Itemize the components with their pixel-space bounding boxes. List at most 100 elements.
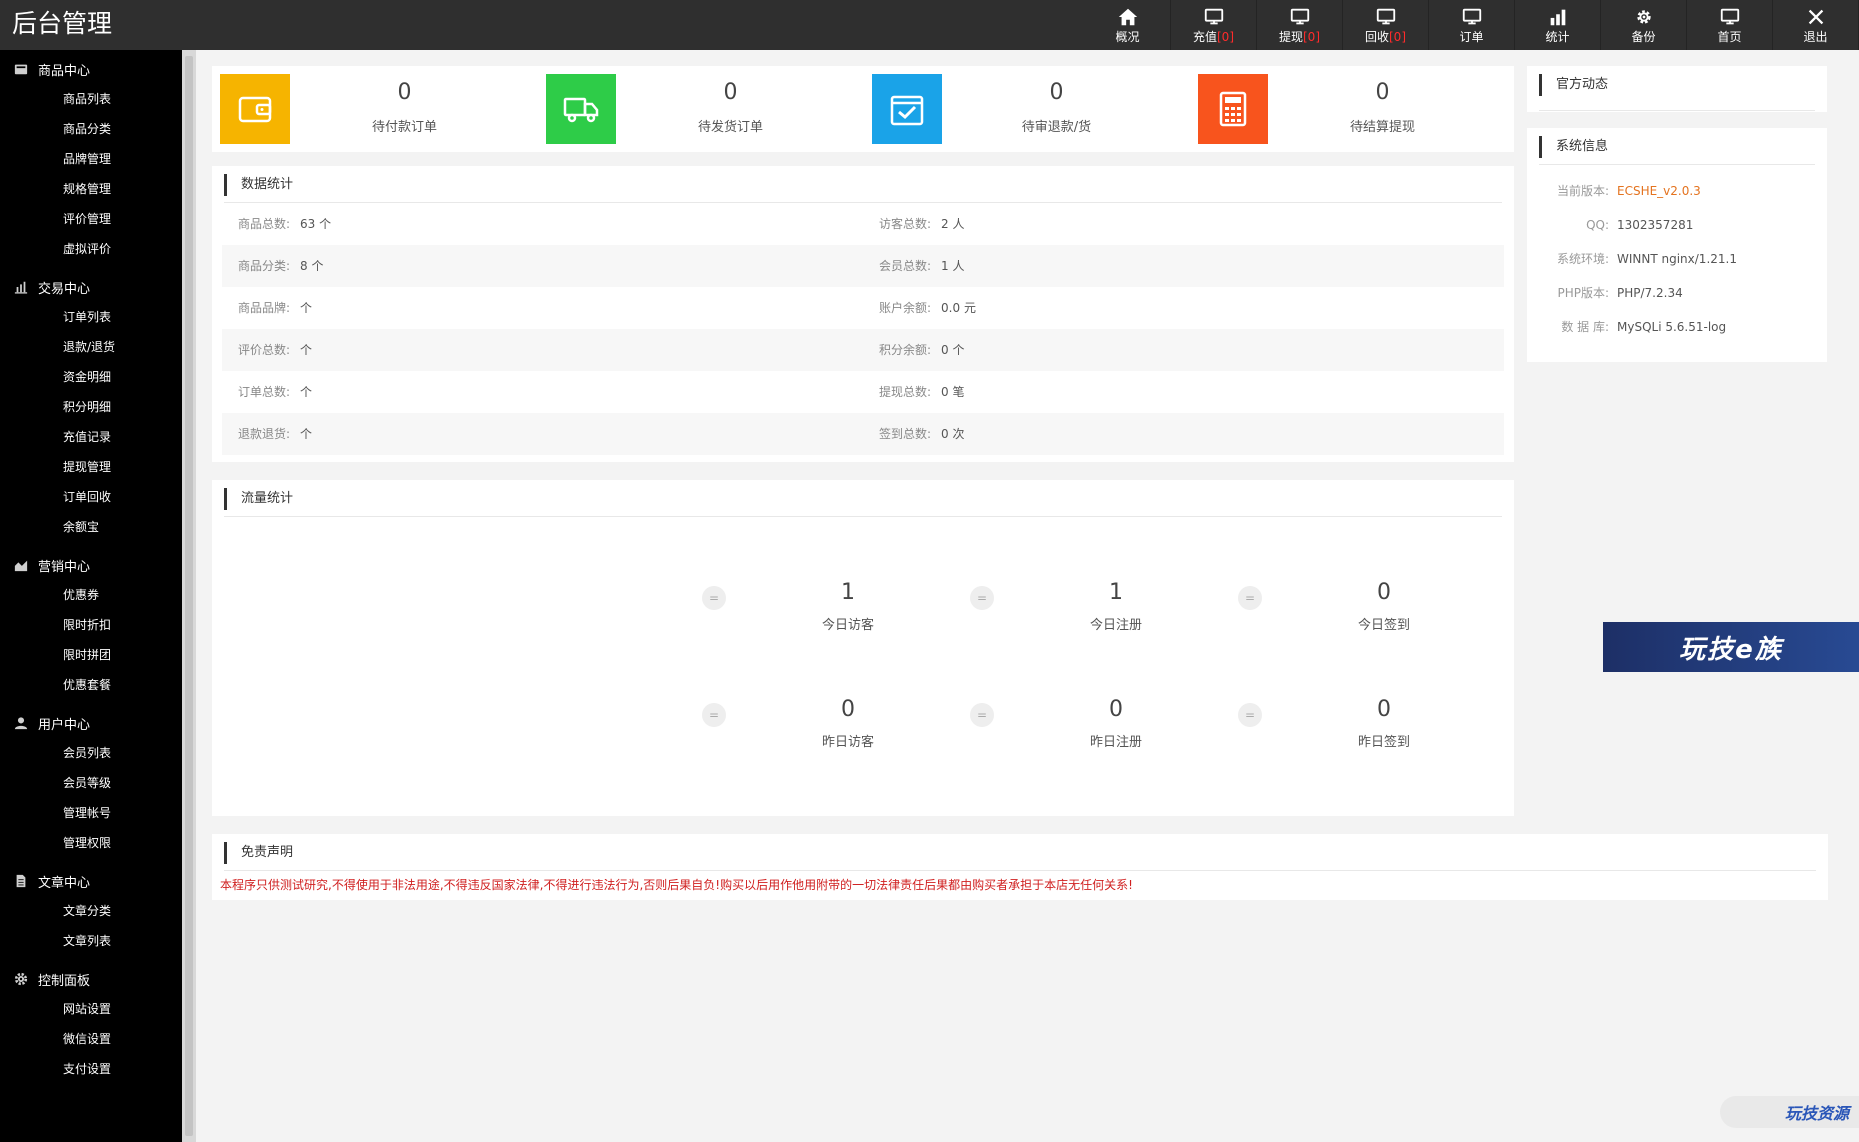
stat-pending-refund[interactable]: 0 待审退款/货 [864, 66, 1190, 152]
official-news-panel: 官方动态 [1527, 66, 1827, 112]
sidebar-item[interactable]: 会员等级 [0, 768, 182, 798]
sidebar-section-trade[interactable]: 交易中心 [0, 272, 182, 302]
stat-icon-box [220, 74, 290, 144]
area-chart-icon [14, 560, 28, 572]
sidebar-item[interactable]: 提现管理 [0, 452, 182, 482]
promo-banner[interactable]: 玩技e族 [1603, 622, 1859, 672]
topnav-statistics[interactable]: 统计 [1515, 0, 1601, 50]
sidebar-section-users[interactable]: 用户中心 [0, 708, 182, 738]
sidebar-item[interactable]: 商品列表 [0, 84, 182, 114]
sidebar-item[interactable]: 优惠套餐 [0, 670, 182, 700]
topnav-orders[interactable]: 订单 [1429, 0, 1515, 50]
traffic-value: 1 [1109, 580, 1123, 605]
sidebar-item[interactable]: 限时拼团 [0, 640, 182, 670]
data-row: 商品总数: 63 个 访客总数: 2 人 [222, 203, 1504, 245]
data-key: 访客总数: [879, 217, 932, 231]
sys-info-row: 系统环境: WINNT nginx/1.21.1 [1527, 242, 1827, 276]
sidebar-item[interactable]: 支付设置 [0, 1054, 182, 1084]
traffic-value: 0 [1109, 697, 1123, 722]
traffic-label: 今日访客 [821, 618, 874, 633]
sidebar-section-control[interactable]: 控制面板 [0, 964, 182, 994]
sys-info-row: 当前版本: ECSHE_v2.0.3 [1527, 174, 1827, 208]
sidebar-item[interactable]: 品牌管理 [0, 144, 182, 174]
stat-label: 待审退款/货 [1021, 120, 1092, 135]
topnav-badge: [0] [1217, 30, 1234, 44]
traffic-label: 今日签到 [1357, 618, 1410, 633]
sidebar-item[interactable]: 规格管理 [0, 174, 182, 204]
sys-info-key: 数 据 库: [1561, 320, 1609, 334]
sidebar-section-label: 交易中心 [38, 281, 91, 297]
topnav-overview[interactable]: 概况 [1085, 0, 1171, 50]
stat-value: 0 [1049, 80, 1064, 105]
sidebar-section-goods[interactable]: 商品中心 [0, 54, 182, 84]
sidebar-item[interactable]: 商品分类 [0, 114, 182, 144]
data-value: 2 人 [941, 217, 965, 231]
sidebar-item[interactable]: 管理帐号 [0, 798, 182, 828]
sidebar-item[interactable]: 会员列表 [0, 738, 182, 768]
sidebar-section-articles[interactable]: 文章中心 [0, 866, 182, 896]
topnav-logout[interactable]: 退出 [1773, 0, 1859, 50]
sys-info-value: MySQLi 5.6.51-log [1617, 320, 1727, 334]
sidebar-item[interactable]: 余额宝 [0, 512, 182, 542]
data-key: 退款退货: [238, 427, 291, 441]
topnav-recycle[interactable]: 回收 [0] [1343, 0, 1429, 50]
sys-info-value: WINNT nginx/1.21.1 [1617, 252, 1737, 266]
system-info-panel: 系统信息 当前版本: ECSHE_v2.0.3 QQ: 1302357281 系… [1527, 128, 1827, 362]
sidebar-section-marketing[interactable]: 营销中心 [0, 550, 182, 580]
sidebar-item[interactable]: 资金明细 [0, 362, 182, 392]
monitor-icon [1462, 8, 1481, 25]
sidebar-item[interactable]: 管理权限 [0, 828, 182, 858]
topnav-label: 备份 [1631, 30, 1656, 44]
sidebar-item[interactable]: 微信设置 [0, 1024, 182, 1054]
sidebar-item[interactable]: 虚拟评价 [0, 234, 182, 264]
traffic-dot: = [1238, 703, 1262, 727]
topnav-recharge[interactable]: 充值 [0] [1171, 0, 1257, 50]
sidebar-item[interactable]: 优惠券 [0, 580, 182, 610]
monitor-icon [1290, 8, 1309, 25]
disclaimer-title: 免责声明 [224, 842, 293, 864]
topnav-homepage[interactable]: 首页 [1687, 0, 1773, 50]
sidebar-scrollbar[interactable] [182, 50, 196, 1142]
sidebar-item[interactable]: 网站设置 [0, 994, 182, 1024]
document-icon [16, 874, 26, 888]
data-cell-left: 评价总数: 个 [238, 329, 312, 371]
sidebar-item[interactable]: 订单回收 [0, 482, 182, 512]
sidebar-item[interactable]: 文章分类 [0, 896, 182, 926]
stats-panel: 0 待付款订单 0 待发货订单 0 待审退款/货 0 待结算提现 [212, 66, 1514, 152]
data-cell-left: 商品分类: 8 个 [238, 245, 324, 287]
sidebar-item[interactable]: 限时折扣 [0, 610, 182, 640]
stat-pending-shipment[interactable]: 0 待发货订单 [538, 66, 864, 152]
stat-label: 待付款订单 [371, 120, 437, 135]
data-value: 0 次 [941, 427, 965, 441]
stat-icon-box [546, 74, 616, 144]
stat-pending-settlement[interactable]: 0 待结算提现 [1190, 66, 1516, 152]
traffic-label: 昨日访客 [821, 735, 874, 750]
sidebar-item[interactable]: 充值记录 [0, 422, 182, 452]
gear-icon [14, 972, 28, 986]
data-cell-right: 积分余额: 0 个 [879, 329, 965, 371]
wallet-icon [238, 96, 272, 123]
topnav-backup[interactable]: 备份 [1601, 0, 1687, 50]
checkbox-icon [890, 95, 924, 126]
data-cell-right: 提现总数: 0 笔 [879, 371, 965, 413]
sidebar-item[interactable]: 退款/退货 [0, 332, 182, 362]
sys-info-row: 数 据 库: MySQLi 5.6.51-log [1527, 310, 1827, 344]
topnav-label: 充值 [1192, 30, 1217, 44]
sidebar-item[interactable]: 订单列表 [0, 302, 182, 332]
data-stats-panel: 数据统计 商品总数: 63 个 访客总数: 2 人 商品分类: 8 个 会员总数: 1 … [212, 166, 1514, 462]
calculator-icon [1219, 91, 1247, 127]
sidebar: 商品中心 商品列表 商品分类 品牌管理 规格管理 评价管理 虚拟评价 交易中心 … [0, 50, 182, 1142]
scrollbar-thumb[interactable] [185, 56, 193, 1136]
sidebar-item[interactable]: 评价管理 [0, 204, 182, 234]
stat-label: 待发货订单 [697, 120, 763, 135]
stat-value: 0 [397, 80, 412, 105]
topnav-withdraw[interactable]: 提现 [0] [1257, 0, 1343, 50]
disclaimer-panel: 免责声明 本程序只供测试研究,不得使用于非法用途,不得违反国家法律,不得进行违法… [212, 834, 1828, 900]
sidebar-item[interactable]: 积分明细 [0, 392, 182, 422]
traffic-label: 昨日签到 [1357, 735, 1410, 750]
data-value: 1 人 [941, 259, 965, 273]
stat-pending-payment[interactable]: 0 待付款订单 [212, 66, 538, 152]
data-cell-left: 订单总数: 个 [238, 371, 312, 413]
sidebar-item[interactable]: 文章列表 [0, 926, 182, 956]
bar-chart-icon [1550, 9, 1565, 26]
